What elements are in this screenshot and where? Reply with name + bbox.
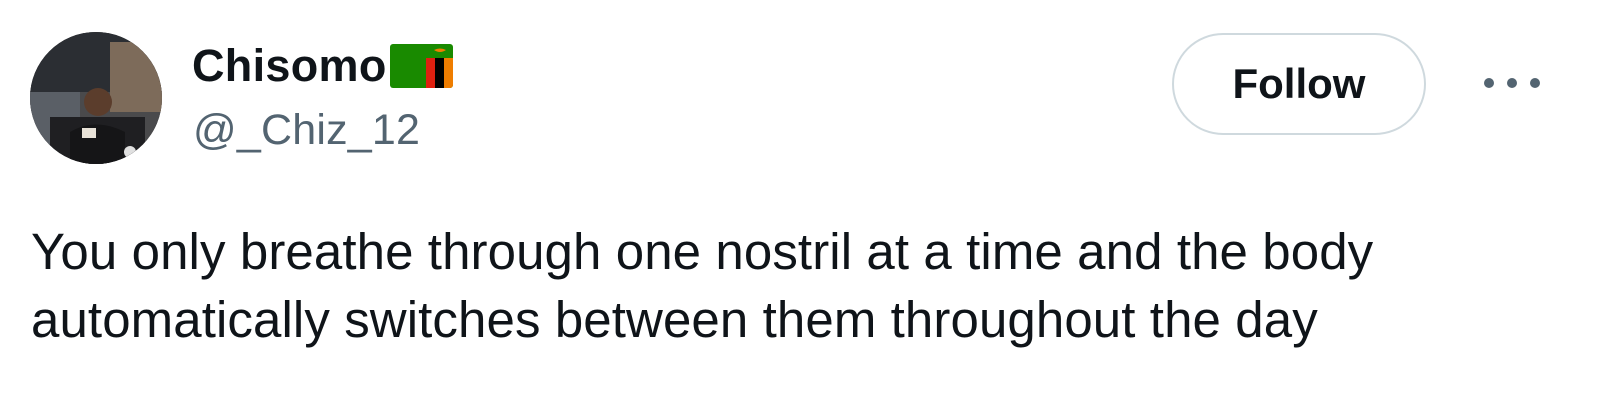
follow-button[interactable]: Follow — [1172, 33, 1426, 135]
avatar-photo — [30, 32, 162, 164]
avatar[interactable] — [30, 32, 162, 164]
more-dot — [1530, 78, 1540, 88]
more-dot — [1507, 78, 1517, 88]
tweet-text-line: You only breathe through one nostril at … — [31, 223, 1374, 280]
tweet-text: You only breathe through one nostril at … — [31, 218, 1576, 354]
tweet-card: Chisomo @_Chiz_12 Follow You only breath… — [0, 0, 1600, 400]
author-name-row: Chisomo — [192, 38, 453, 94]
tweet-text-line: automatically switches between them thro… — [31, 291, 1318, 348]
display-name[interactable]: Chisomo — [192, 40, 387, 92]
more-dot — [1484, 78, 1494, 88]
user-handle[interactable]: @_Chiz_12 — [193, 106, 420, 155]
zambia-flag-icon — [389, 44, 453, 88]
more-options-icon[interactable] — [1484, 68, 1540, 98]
